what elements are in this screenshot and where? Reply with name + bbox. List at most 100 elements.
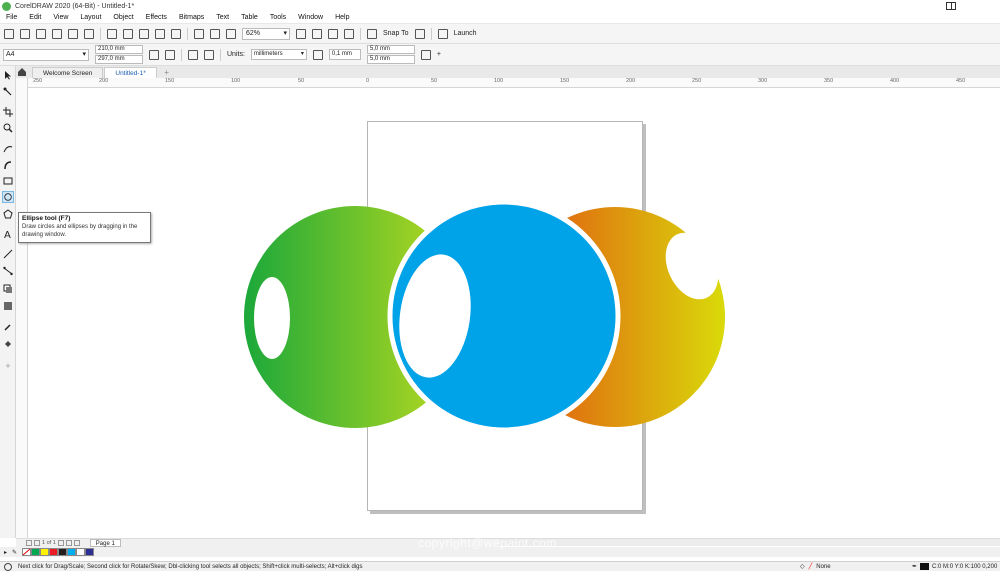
- connector-tool-icon[interactable]: [3, 266, 13, 276]
- menu-window[interactable]: Window: [292, 14, 329, 21]
- menu-layout[interactable]: Layout: [74, 14, 107, 21]
- menu-table[interactable]: Table: [235, 14, 264, 21]
- zoom-tool-icon[interactable]: [3, 123, 13, 133]
- restore-window-icon[interactable]: [946, 2, 956, 10]
- all-pages-icon[interactable]: [188, 49, 198, 60]
- eyedropper-tool-icon[interactable]: [3, 322, 13, 332]
- previous-page-icon[interactable]: [34, 540, 40, 546]
- status-hint: Next click for Drag/Scale; Second click …: [18, 563, 363, 570]
- copy-icon[interactable]: [123, 28, 133, 39]
- paste-icon[interactable]: [139, 28, 149, 39]
- cloud-upload-icon[interactable]: [52, 28, 62, 39]
- window-title: CorelDRAW 2020 (64-Bit) - Untitled-1*: [15, 2, 135, 10]
- rectangle-tool-icon[interactable]: [3, 176, 13, 186]
- page-height-field[interactable]: 297,0 mm: [95, 55, 143, 64]
- add-page-icon[interactable]: [73, 540, 80, 546]
- menu-effects[interactable]: Effects: [140, 14, 173, 21]
- page-width-field[interactable]: 210,0 mm: [95, 45, 143, 54]
- nudge-distance-field[interactable]: 0,1 mm: [328, 49, 361, 60]
- units-select[interactable]: millimeters ▾: [250, 49, 307, 60]
- show-grid-icon[interactable]: [328, 28, 338, 39]
- save-icon[interactable]: [36, 28, 46, 39]
- print-icon[interactable]: [84, 28, 94, 39]
- page-size-select[interactable]: A4 ▾: [3, 48, 89, 61]
- fill-indicator[interactable]: ◇ ╱ None: [800, 563, 831, 571]
- snap-to-menu[interactable]: Snap To: [383, 30, 409, 37]
- menu-tools[interactable]: Tools: [264, 14, 292, 21]
- artistic-media-tool-icon[interactable]: [3, 160, 13, 170]
- swatch-white[interactable]: [76, 548, 85, 556]
- redo-icon[interactable]: [171, 28, 181, 39]
- units-value: millimeters: [253, 51, 283, 57]
- publish-pdf-icon[interactable]: [226, 28, 236, 39]
- zoom-level-select[interactable]: 62% ▾: [242, 27, 290, 40]
- nudge-icon: [312, 49, 323, 60]
- swatch-black[interactable]: [58, 548, 67, 556]
- swatch-cyan[interactable]: [67, 548, 76, 556]
- swatch-green[interactable]: [31, 548, 40, 556]
- menu-text[interactable]: Text: [210, 14, 235, 21]
- current-page-icon[interactable]: [204, 49, 214, 60]
- drop-shadow-tool-icon[interactable]: [3, 284, 13, 294]
- new-tab-icon[interactable]: +: [162, 68, 172, 78]
- ruler-label: 150: [165, 78, 175, 84]
- add-icon[interactable]: +: [437, 51, 441, 58]
- drawing-artwork[interactable]: [240, 195, 740, 440]
- horizontal-scrollbar[interactable]: [500, 538, 1000, 546]
- options-gear-icon[interactable]: [414, 28, 425, 39]
- launch-menu[interactable]: Launch: [454, 30, 477, 37]
- shape-tool-icon[interactable]: [3, 87, 13, 97]
- landscape-icon[interactable]: [165, 49, 175, 60]
- tab-welcome-screen[interactable]: Welcome Screen: [32, 67, 104, 78]
- last-page-icon[interactable]: [65, 540, 72, 546]
- export-icon[interactable]: [210, 28, 220, 39]
- swatch-red[interactable]: [49, 548, 58, 556]
- transparency-tool-icon[interactable]: [3, 301, 13, 311]
- menu-help[interactable]: Help: [329, 14, 355, 21]
- launch-icon[interactable]: [437, 28, 448, 39]
- vertical-ruler[interactable]: [16, 78, 28, 538]
- import-icon[interactable]: [194, 28, 204, 39]
- portrait-icon[interactable]: [149, 49, 159, 60]
- palette-menu-icon[interactable]: ▸: [4, 549, 7, 556]
- separator: [181, 48, 182, 61]
- eyedropper-icon[interactable]: ✎: [12, 549, 17, 556]
- open-icon[interactable]: [20, 28, 30, 39]
- polygon-tool-icon[interactable]: [3, 209, 13, 219]
- crop-tool-icon[interactable]: [3, 107, 13, 117]
- menu-object[interactable]: Object: [107, 14, 139, 21]
- snap-icon[interactable]: [367, 28, 377, 39]
- swatch-yellow[interactable]: [40, 548, 49, 556]
- duplicate-y-field[interactable]: 5,0 mm: [366, 55, 415, 64]
- page-1-tab[interactable]: Page 1: [89, 539, 121, 547]
- outline-indicator[interactable]: ✒ C:0 M:0 Y:0 K:100 0,200: [912, 563, 997, 570]
- swatch-no-color[interactable]: [22, 548, 31, 556]
- add-tool-icon[interactable]: +: [3, 361, 13, 371]
- page-border-icon[interactable]: [420, 49, 431, 60]
- menu-view[interactable]: View: [47, 14, 74, 21]
- menu-bitmaps[interactable]: Bitmaps: [173, 14, 210, 21]
- menu-file[interactable]: File: [0, 14, 23, 21]
- tab-untitled-1[interactable]: Untitled-1*: [104, 67, 157, 78]
- horizontal-ruler[interactable]: 250 200 150 100 50 0 50 100 150 200 250 …: [28, 78, 1000, 88]
- home-icon[interactable]: [17, 67, 27, 77]
- interactive-fill-tool-icon[interactable]: [3, 339, 13, 349]
- show-rulers-icon[interactable]: [312, 28, 322, 39]
- ellipse-tool-icon[interactable]: [2, 191, 14, 203]
- undo-icon[interactable]: [155, 28, 165, 39]
- next-page-icon[interactable]: [57, 540, 64, 546]
- parallel-dimension-tool-icon[interactable]: [3, 249, 13, 259]
- freehand-tool-icon[interactable]: [3, 144, 13, 154]
- pick-tool-icon[interactable]: [3, 70, 13, 80]
- new-document-icon[interactable]: [4, 28, 14, 39]
- full-screen-preview-icon[interactable]: [296, 28, 306, 39]
- menu-edit[interactable]: Edit: [23, 14, 47, 21]
- show-guidelines-icon[interactable]: [344, 28, 354, 39]
- first-page-icon[interactable]: [26, 540, 32, 546]
- swatch-navy[interactable]: [85, 548, 94, 556]
- cut-icon[interactable]: [107, 28, 117, 39]
- cloud-download-icon[interactable]: [68, 28, 78, 39]
- zoom-value: 62%: [246, 29, 261, 37]
- text-tool-icon[interactable]: A: [3, 229, 13, 239]
- duplicate-x-field[interactable]: 5,0 mm: [366, 45, 415, 54]
